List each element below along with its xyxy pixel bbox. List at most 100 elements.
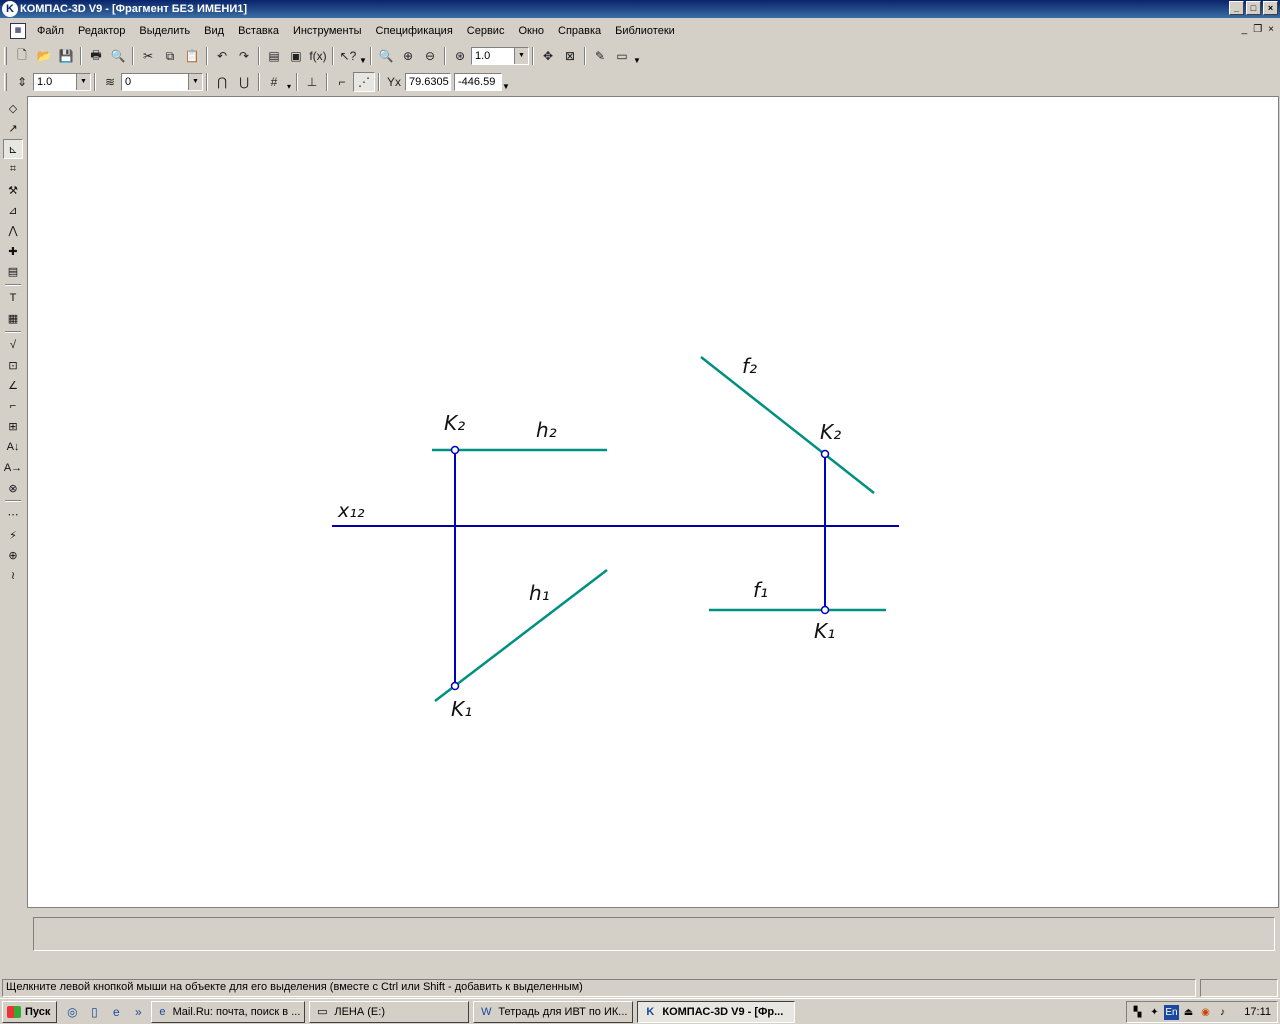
cut-icon[interactable]: ✂ bbox=[137, 46, 159, 66]
menu-select[interactable]: Выделить bbox=[132, 25, 197, 37]
menu-file[interactable]: Файл bbox=[30, 25, 71, 37]
network-icon[interactable]: ▚ bbox=[1130, 1005, 1145, 1020]
drawing-svg[interactable]: x₁₂ h₂ h₁ K₂ K₁ f₂ f₁ K₂ K₁ bbox=[28, 97, 1278, 907]
toolbar-more-icon[interactable]: ▼ bbox=[359, 46, 367, 66]
task-word-document[interactable]: W Тетрадь для ИВТ по ИК... bbox=[473, 1000, 634, 1023]
zoom-out-icon[interactable]: ⊖ bbox=[419, 46, 441, 66]
menu-tools[interactable]: Инструменты bbox=[286, 25, 369, 37]
center-mark-icon[interactable]: ⊕ bbox=[3, 545, 23, 565]
position-leader-icon[interactable]: ⌐ bbox=[3, 396, 23, 416]
toolbar-grip-2[interactable] bbox=[4, 73, 7, 91]
show-desktop-icon[interactable]: ◎ bbox=[63, 1003, 81, 1021]
redo-icon[interactable]: ↷ bbox=[233, 46, 255, 66]
menu-insert[interactable]: Вставка bbox=[231, 25, 286, 37]
view-arrow-icon[interactable]: A↓ bbox=[3, 437, 23, 457]
chevron-down-icon[interactable]: ▼ bbox=[188, 74, 202, 90]
more-quicklaunch-icon[interactable]: » bbox=[129, 1003, 147, 1021]
pan-icon[interactable]: ✥ bbox=[537, 46, 559, 66]
leader-icon[interactable]: ∠ bbox=[3, 376, 23, 396]
zoom-in-frame-icon[interactable]: 🔍 bbox=[375, 46, 397, 66]
wave-line-icon[interactable]: ≀ bbox=[3, 566, 23, 586]
close-button[interactable]: × bbox=[1263, 1, 1278, 15]
measure-icon[interactable]: ⊿ bbox=[3, 200, 23, 220]
variables-fx-icon[interactable]: f(x) bbox=[307, 46, 329, 66]
step-combo[interactable]: 1.0 ▼ bbox=[33, 73, 91, 91]
menu-window[interactable]: Окно bbox=[511, 25, 551, 37]
k1-left-point[interactable] bbox=[450, 681, 460, 691]
k2-right-point[interactable] bbox=[820, 449, 830, 459]
grid-dropdown-icon[interactable]: ▾ bbox=[285, 72, 293, 92]
cursor-step-icon[interactable]: ⇕ bbox=[11, 72, 33, 92]
h1-line[interactable] bbox=[434, 569, 608, 702]
panel-toggle-icon[interactable]: ▭ bbox=[611, 46, 633, 66]
chevron-down-icon[interactable]: ▼ bbox=[76, 74, 90, 90]
axis-line-icon[interactable]: ⊗ bbox=[3, 478, 23, 498]
safely-remove-icon[interactable]: ⏏ bbox=[1181, 1005, 1196, 1020]
language-indicator[interactable]: En bbox=[1164, 1004, 1179, 1020]
doc-minimize-button[interactable]: _ bbox=[1242, 24, 1248, 35]
zoom-combo[interactable]: 1.0 ▼ bbox=[471, 47, 529, 65]
edit-icon[interactable]: ⌗ bbox=[3, 159, 23, 179]
grid-icon[interactable]: # bbox=[263, 72, 285, 92]
menu-view[interactable]: Вид bbox=[197, 25, 231, 37]
quick-launch-app-icon[interactable]: ▯ bbox=[85, 1003, 103, 1021]
magnet-local-snap-icon[interactable]: ⋃ bbox=[233, 72, 255, 92]
k1-right-point[interactable] bbox=[820, 605, 830, 615]
show-all-icon[interactable]: ⊠ bbox=[559, 46, 581, 66]
zoom-in-icon[interactable]: ⊕ bbox=[397, 46, 419, 66]
menu-service[interactable]: Сервис bbox=[460, 25, 512, 37]
library-manager-icon[interactable]: ▣ bbox=[285, 46, 307, 66]
volume-icon[interactable]: ♪ bbox=[1215, 1005, 1230, 1020]
designations-icon[interactable]: ⊾ bbox=[3, 138, 23, 160]
coord-x-field[interactable]: 79.6305 bbox=[405, 73, 451, 91]
drawing-canvas[interactable]: x₁₂ h₂ h₁ K₂ K₁ f₂ f₁ K₂ K₁ bbox=[27, 96, 1279, 908]
menu-editor[interactable]: Редактор bbox=[71, 25, 132, 37]
local-cs-icon[interactable]: ⊥ bbox=[301, 72, 323, 92]
undo-icon[interactable]: ↶ bbox=[211, 46, 233, 66]
select-icon[interactable]: ⋀ bbox=[3, 221, 23, 241]
layer-combo[interactable]: 0 ▼ bbox=[121, 73, 203, 91]
doc-restore-button[interactable]: ❐ bbox=[1253, 24, 1262, 35]
print-icon[interactable]: 🖶 bbox=[85, 46, 107, 66]
break-line-icon[interactable]: ⚡ bbox=[3, 525, 23, 545]
zoom-scale-icon[interactable]: ⊛ bbox=[449, 46, 471, 66]
tray-app-icon[interactable]: ✦ bbox=[1147, 1005, 1162, 1020]
print-preview-icon[interactable]: 🔍 bbox=[107, 46, 129, 66]
start-button[interactable]: Пуск bbox=[2, 1000, 58, 1023]
section-line-icon[interactable]: A→ bbox=[3, 457, 23, 477]
refresh-image-icon[interactable]: ✎ bbox=[589, 46, 611, 66]
parametrization-icon[interactable]: ⚒ bbox=[3, 180, 23, 200]
centerline-icon[interactable]: ⋯ bbox=[3, 504, 23, 524]
minimize-button[interactable]: _ bbox=[1229, 1, 1244, 15]
maximize-button[interactable]: □ bbox=[1246, 1, 1261, 15]
document-icon[interactable]: ▦ bbox=[10, 22, 26, 39]
roughness-icon[interactable]: √ bbox=[3, 335, 23, 355]
layers-icon[interactable]: ≋ bbox=[99, 72, 121, 92]
task-kompas[interactable]: K КОМПАС-3D V9 - [Фр... bbox=[637, 1000, 796, 1023]
antivirus-icon[interactable]: ◉ bbox=[1198, 1005, 1213, 1020]
task-mailru[interactable]: e Mail.Ru: почта, поиск в ... bbox=[151, 1000, 306, 1023]
menu-specification[interactable]: Спецификация bbox=[369, 25, 460, 37]
toolbar-grip[interactable] bbox=[4, 47, 7, 65]
paste-icon[interactable]: 📋 bbox=[181, 46, 203, 66]
coord-y-field[interactable]: -446.59 bbox=[454, 73, 502, 91]
menu-help[interactable]: Справка bbox=[551, 25, 608, 37]
snap-parameters-icon[interactable]: ⋰ bbox=[353, 72, 375, 92]
dimensions-icon[interactable]: ↗ bbox=[3, 118, 23, 138]
clock[interactable]: 17:11 bbox=[1244, 1006, 1277, 1018]
tolerance-icon[interactable]: ⊞ bbox=[3, 417, 23, 437]
toolbar-more-icon-3[interactable]: ▼ bbox=[502, 72, 510, 92]
spec-icon[interactable]: ▤ bbox=[3, 262, 23, 282]
doc-close-button[interactable]: × bbox=[1268, 24, 1274, 35]
table-icon[interactable]: ▦ bbox=[3, 308, 23, 328]
menu-libraries[interactable]: Библиотеки bbox=[608, 25, 682, 37]
manager-document-icon[interactable]: ▤ bbox=[263, 46, 285, 66]
text-icon[interactable]: T bbox=[3, 288, 23, 308]
context-help-icon[interactable]: ↖? bbox=[337, 46, 359, 66]
k2-left-point[interactable] bbox=[450, 445, 460, 455]
base-icon[interactable]: ⊡ bbox=[3, 355, 23, 375]
copy-icon[interactable]: ⧉ bbox=[159, 46, 181, 66]
f2-line[interactable] bbox=[700, 356, 875, 494]
open-folder-icon[interactable]: 📂 bbox=[33, 46, 55, 66]
task-lena-drive[interactable]: ▭ ЛЕНА (E:) bbox=[309, 1000, 470, 1023]
